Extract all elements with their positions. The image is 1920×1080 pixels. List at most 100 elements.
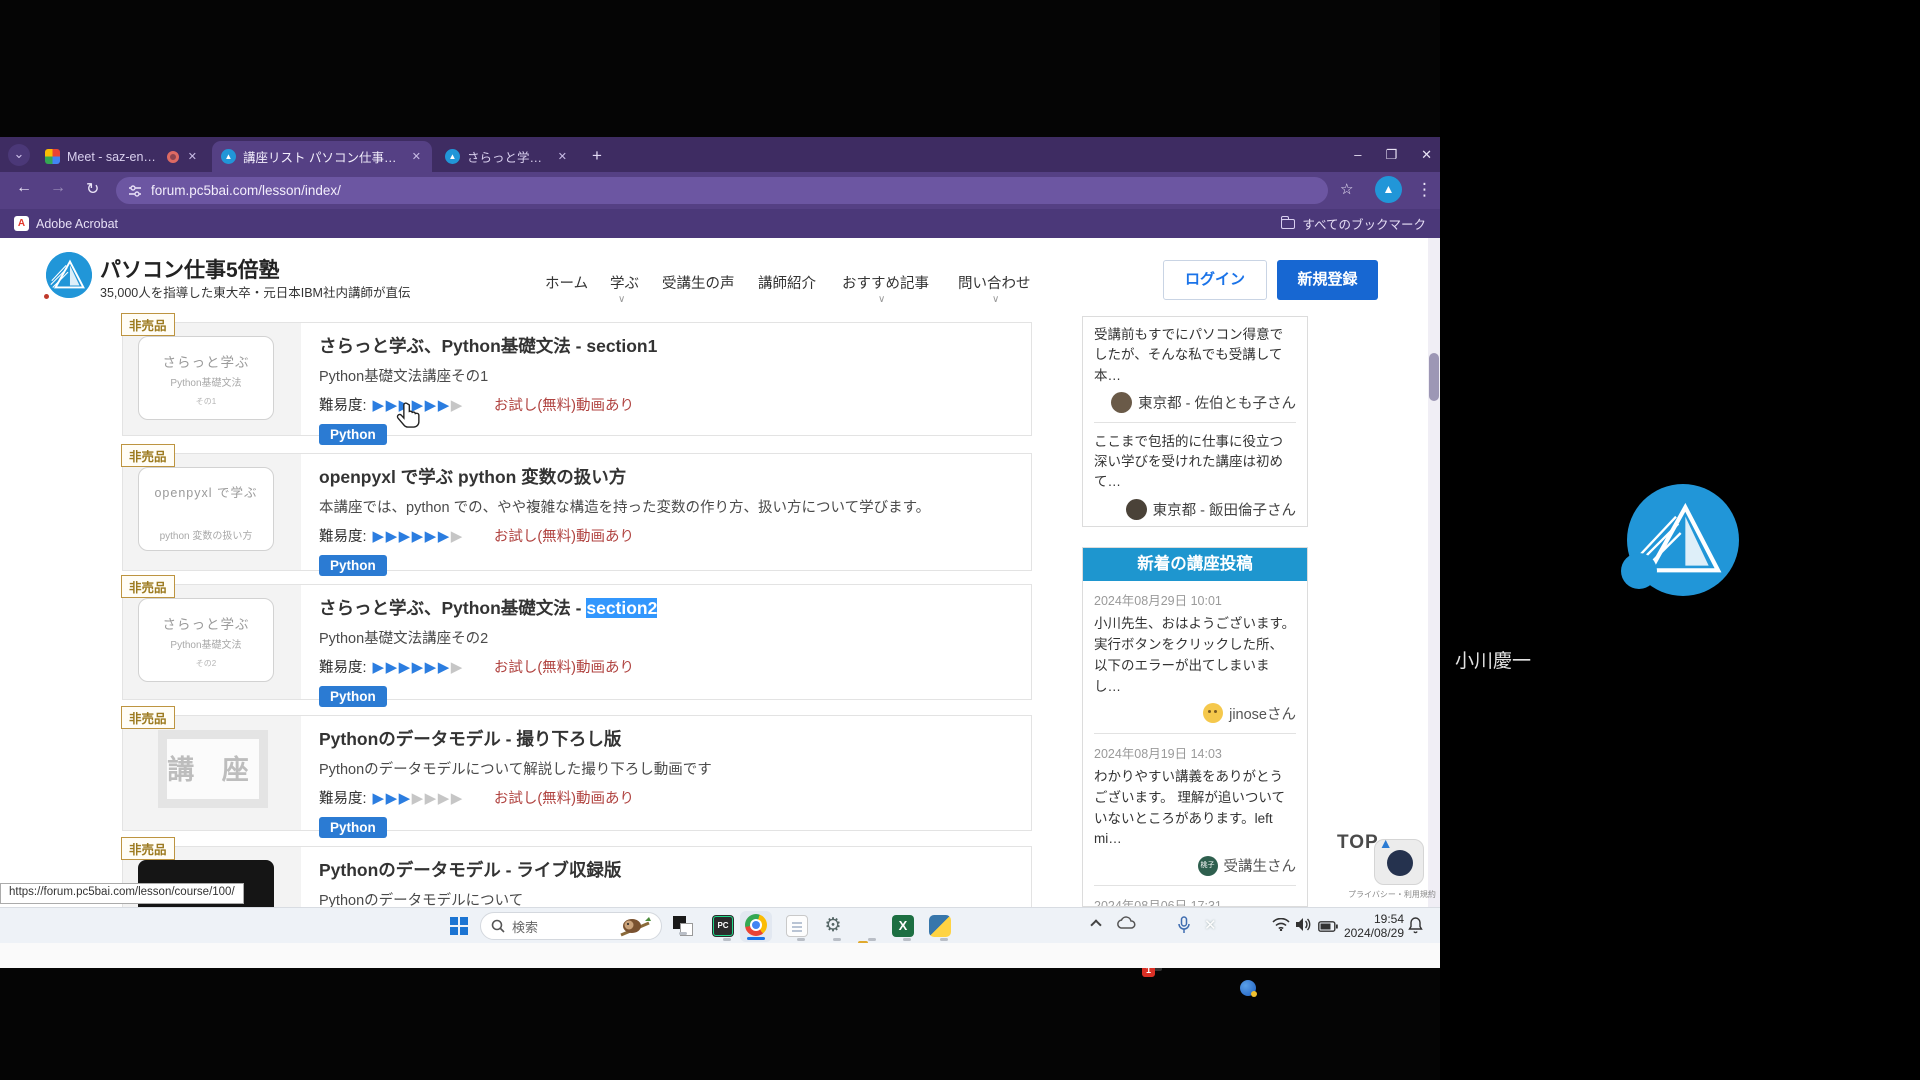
post-text[interactable]: わかりやすい講義をありがとうございます。 理解が追いついていないところがあります…	[1094, 767, 1296, 851]
scrollbar-thumb[interactable]	[1429, 353, 1439, 401]
bookmark-label: Adobe Acrobat	[36, 217, 118, 231]
course-card-section1[interactable]: 非売品 さらっと学ぶ Python基礎文法 その1 さらっと学ぶ、Python基…	[122, 322, 1032, 436]
nav-learn[interactable]: 学ぶ	[610, 272, 639, 293]
site-favicon-icon: ▲	[445, 149, 460, 164]
course-description: Pythonのデータモデルについて	[319, 889, 1017, 907]
register-button[interactable]: 新規登録	[1277, 260, 1378, 300]
course-title[interactable]: Pythonのデータモデル - 撮り下ろし版	[319, 726, 1017, 751]
running-indicator	[723, 938, 731, 941]
browser-toolbar: ← → ↻ forum.pc5bai.com/lesson/index/ ☆ ▲…	[0, 172, 1440, 209]
back-button[interactable]: ←	[16, 179, 32, 197]
mouse-cursor	[396, 402, 422, 432]
taskbar-search[interactable]: 検索	[480, 912, 662, 940]
wifi-icon[interactable]	[1272, 918, 1290, 936]
page-scrollbar[interactable]	[1428, 238, 1440, 907]
testimonial-author: 東京都 - 佐伯とも子さん	[1094, 392, 1296, 413]
running-indicator	[797, 938, 805, 941]
nav-articles[interactable]: おすすめ記事	[842, 272, 929, 293]
course-card-openpyxl[interactable]: 非売品 openpyxl で学ぶ python 変数の扱い方 openpyxl …	[122, 453, 1032, 571]
search-placeholder: 検索	[512, 917, 538, 936]
python-tag[interactable]: Python	[319, 555, 387, 576]
notification-bell-icon[interactable]	[1408, 917, 1423, 939]
tab-course-list[interactable]: ▲ 講座リスト パソコン仕事５倍塾ポ– ✕	[212, 141, 432, 172]
reload-button[interactable]: ↻	[86, 179, 99, 199]
back-to-top-button[interactable]: TOP▲	[1337, 832, 1394, 854]
chrome-taskbar-button[interactable]	[740, 911, 772, 942]
python-tag[interactable]: Python	[319, 817, 387, 838]
nav-instructors[interactable]: 講師紹介	[758, 272, 816, 293]
course-card-datamodel-live[interactable]: 非売品 Pythonのデータモデル - ライブ収録版 Pythonのデータモデル…	[122, 846, 1032, 907]
close-share-icon[interactable]: ✕	[1204, 916, 1217, 934]
trial-video-label[interactable]: お試し(無料)動画あり	[494, 529, 634, 545]
course-title[interactable]: さらっと学ぶ、Python基礎文法 - section2	[319, 595, 1017, 620]
python-tag[interactable]: Python	[319, 686, 387, 707]
python-icon[interactable]	[929, 915, 951, 937]
start-button[interactable]	[450, 917, 468, 935]
course-difficulty: 難易度:▶▶▶▶▶▶▶ お試し(無料)動画あり	[319, 394, 1017, 415]
tab-search-icon[interactable]: ⌄	[8, 144, 30, 166]
restore-button[interactable]: ❐	[1385, 147, 1397, 163]
author-name: 東京都 - 佐伯とも子さん	[1138, 392, 1296, 413]
tab-close-icon[interactable]: ✕	[186, 150, 199, 163]
trial-video-label[interactable]: お試し(無料)動画あり	[494, 791, 634, 807]
battery-icon[interactable]	[1318, 919, 1338, 937]
new-posts-header: 新着の講座投稿	[1083, 548, 1307, 581]
site-logo[interactable]	[46, 252, 92, 298]
privacy-caption: プライバシー・利用規約	[1348, 889, 1436, 900]
trial-video-label[interactable]: お試し(無料)動画あり	[494, 398, 634, 414]
nav-contact[interactable]: 問い合わせ	[958, 272, 1031, 293]
testimonial-text: 受講前もすでにパソコン得意でしたが、そんな私でも受講して本…	[1094, 325, 1296, 386]
tab-meet[interactable]: Meet - saz-enwt-iwj ✕	[36, 141, 208, 172]
nav-home[interactable]: ホーム	[545, 272, 588, 293]
tab-course-detail[interactable]: ▲ さらっと学ぶ、Python基礎文法 - s ✕	[436, 141, 578, 172]
site-title[interactable]: パソコン仕事5倍塾	[100, 254, 280, 284]
thumb-text: その1	[139, 396, 273, 407]
author-name: jinoseさん	[1229, 703, 1296, 724]
trial-video-label[interactable]: お試し(無料)動画あり	[494, 660, 634, 676]
speaker-icon[interactable]	[1295, 917, 1312, 937]
minimize-button[interactable]: –	[1354, 147, 1361, 162]
avatar: 桃子	[1198, 856, 1218, 876]
onedrive-cloud-icon[interactable]	[1116, 916, 1136, 935]
difficulty-empty-arrows: ▶▶▶▶	[412, 790, 464, 807]
login-button[interactable]: ログイン	[1163, 260, 1267, 300]
bookmark-star-icon[interactable]: ☆	[1340, 180, 1353, 198]
testimonial-text: ここまで包括的に仕事に役立つ深い学びを受けれた講座は初めて…	[1094, 432, 1296, 493]
python-tag[interactable]: Python	[319, 424, 387, 445]
site-settings-icon[interactable]	[128, 184, 142, 198]
course-title[interactable]: Pythonのデータモデル - ライブ収録版	[319, 857, 1017, 882]
notepad-icon[interactable]	[786, 915, 808, 937]
bookmark-adobe-acrobat[interactable]: A Adobe Acrobat	[14, 209, 118, 238]
forward-button[interactable]: →	[50, 179, 66, 197]
microphone-icon[interactable]	[1178, 916, 1190, 939]
course-thumbnail: openpyxl で学ぶ python 変数の扱い方	[123, 454, 301, 570]
tray-chevron-up-icon[interactable]	[1092, 918, 1100, 929]
excel-icon[interactable]: X	[892, 915, 914, 937]
new-tab-button[interactable]: +	[585, 145, 609, 169]
video-letterbox	[0, 943, 1440, 968]
taskbar-clock[interactable]: 19:54 2024/08/29	[1338, 912, 1404, 940]
thumb-text: openpyxl で学ぶ	[139, 482, 273, 501]
course-card-datamodel-recorded[interactable]: 非売品 講 座 Pythonのデータモデル - 撮り下ろし版 Pythonのデー…	[122, 715, 1032, 831]
pycharm-icon[interactable]: PC	[712, 915, 734, 937]
all-bookmarks-button[interactable]: すべてのブックマーク	[1281, 209, 1426, 238]
course-card-section2[interactable]: 非売品 さらっと学ぶ Python基礎文法 その2 さらっと学ぶ、Python基…	[122, 584, 1032, 700]
course-subtitle: Python基礎文法講座その2	[319, 627, 1017, 648]
address-bar[interactable]: forum.pc5bai.com/lesson/index/	[116, 177, 1328, 204]
post-text[interactable]: 小川先生、おはようございます。実行ボタンをクリックした所、以下のエラーが出てしま…	[1094, 614, 1296, 698]
nav-student-voices[interactable]: 受講生の声	[662, 272, 735, 293]
snipping-tool-icon[interactable]	[672, 915, 694, 937]
course-title[interactable]: openpyxl で学ぶ python 変数の扱い方	[319, 464, 1017, 489]
network-globe-icon[interactable]	[1240, 980, 1256, 996]
close-window-button[interactable]: ✕	[1421, 147, 1432, 163]
testimonials-box: 受講前もすでにパソコン得意でしたが、そんな私でも受講して本… 東京都 - 佐伯と…	[1082, 316, 1308, 527]
running-indicator	[833, 938, 841, 941]
course-title[interactable]: さらっと学ぶ、Python基礎文法 - section1	[319, 333, 1017, 358]
meet-icon	[45, 149, 60, 164]
not-for-sale-badge: 非売品	[121, 313, 175, 336]
browser-menu-icon[interactable]: ⋮	[1416, 180, 1433, 200]
tab-close-icon[interactable]: ✕	[410, 150, 423, 163]
profile-avatar[interactable]: ▲	[1375, 176, 1402, 203]
tab-close-icon[interactable]: ✕	[556, 150, 569, 163]
settings-gear-icon[interactable]: ⚙	[822, 915, 844, 937]
